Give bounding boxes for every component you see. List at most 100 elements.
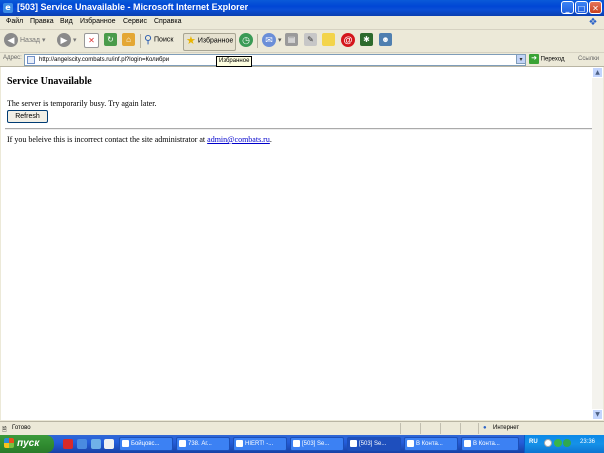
people-button[interactable]: ☻: [379, 33, 392, 49]
tray-icon[interactable]: [563, 439, 571, 447]
taskbar: пуск Бойцовс... 738. Аг... HIERT! -... […: [0, 435, 604, 453]
title-bar[interactable]: e [503] Service Unavailable - Microsoft …: [0, 0, 604, 16]
favorites-label: Избранное: [197, 37, 234, 45]
taskbar-button[interactable]: В Конта...: [404, 437, 458, 451]
app-icon: [179, 439, 186, 447]
star-icon: ★: [186, 35, 196, 47]
note-icon: [322, 33, 335, 46]
scroll-up-button[interactable]: ▲: [592, 67, 603, 78]
taskbar-button[interactable]: 738. Аг...: [176, 437, 230, 451]
status-page-icon: 🗎: [2, 427, 7, 433]
edit-button[interactable]: ✎: [304, 33, 317, 49]
page-icon: [27, 56, 35, 64]
refresh-button[interactable]: Refresh: [7, 110, 48, 123]
favorites-tooltip: Избранное: [216, 56, 253, 67]
taskbar-button[interactable]: HIERT! -...: [233, 437, 287, 451]
tray-icon[interactable]: [544, 439, 552, 447]
app-icon: [407, 439, 414, 447]
task-label: В Конта...: [473, 441, 500, 447]
address-dropdown-button[interactable]: ▾: [516, 54, 526, 64]
task-label: 738. Аг...: [188, 441, 212, 447]
vertical-scrollbar[interactable]: ▲ ▼: [592, 67, 603, 420]
app-icon: [122, 439, 129, 447]
task-label: [503] Se...: [359, 441, 387, 447]
back-label: Назад: [19, 36, 41, 44]
menu-edit[interactable]: Правка: [30, 18, 54, 25]
go-arrow-icon: ➜: [529, 54, 539, 64]
address-bar: Адрес: http://angelscity.combats.ru/inf.…: [0, 53, 604, 67]
go-button[interactable]: ➜ Переход: [529, 54, 565, 64]
menu-tools[interactable]: Сервис: [123, 18, 147, 25]
toolbar-divider: [140, 34, 141, 48]
status-divider: [460, 423, 461, 434]
menu-help[interactable]: Справка: [154, 18, 181, 25]
close-button[interactable]: ✕: [589, 1, 602, 14]
menu-view[interactable]: Вид: [60, 18, 73, 25]
admin-email-link[interactable]: admin@combats.ru: [207, 135, 270, 144]
addon-button[interactable]: ✱: [360, 33, 373, 49]
ie-logo-icon: e: [3, 3, 13, 13]
history-button[interactable]: ◷: [239, 33, 253, 49]
back-button[interactable]: ◀ Назад ▾: [4, 33, 45, 49]
task-label: Бойцовс...: [131, 441, 160, 447]
menu-bar: Файл Правка Вид Избранное Сервис Справка: [0, 16, 604, 30]
maximize-button[interactable]: □: [575, 1, 588, 14]
search-label: Поиск: [154, 36, 174, 44]
forward-button[interactable]: ▶ ▾: [57, 33, 76, 49]
home-icon: ⌂: [122, 33, 135, 46]
taskbar-button[interactable]: [503] Se...: [290, 437, 344, 451]
refresh-icon: ↻: [104, 33, 117, 46]
tray-icon[interactable]: [554, 439, 562, 447]
minimize-button[interactable]: _: [561, 1, 574, 14]
back-arrow-icon: ◀: [4, 33, 18, 47]
refresh-toolbar-button[interactable]: ↻: [104, 33, 117, 49]
address-url: http://angelscity.combats.ru/inf.pl?logi…: [39, 57, 170, 63]
mail-icon: ✉: [262, 33, 276, 47]
print-button[interactable]: ▤: [285, 33, 298, 49]
language-indicator[interactable]: RU: [529, 439, 538, 445]
taskbar-button-active[interactable]: [503] Se...: [347, 437, 401, 451]
taskbar-button[interactable]: Бойцовс...: [119, 437, 173, 451]
contact-message: If you beleive this is incorrect contact…: [7, 135, 206, 144]
search-button[interactable]: ⚲ Поиск: [144, 33, 173, 49]
start-button[interactable]: пуск: [0, 435, 54, 453]
app-icon: [350, 439, 357, 447]
taskbar-button[interactable]: В Конта...: [461, 437, 519, 451]
history-icon: ◷: [239, 33, 253, 47]
status-divider: [400, 423, 401, 434]
ie-quicklaunch-icon[interactable]: [77, 439, 87, 449]
task-label: HIERT! -...: [245, 441, 274, 447]
messenger-button[interactable]: @: [341, 33, 355, 49]
status-divider: [478, 423, 479, 434]
contact-text: If you beleive this is incorrect contact…: [7, 135, 272, 144]
people-icon: ☻: [379, 33, 392, 46]
quicklaunch-icon[interactable]: [63, 439, 73, 449]
forward-dropdown-icon: ▾: [72, 36, 77, 44]
windows-logo-icon: ❖: [588, 17, 598, 28]
address-input[interactable]: http://angelscity.combats.ru/inf.pl?logi…: [24, 54, 526, 66]
menu-favorites[interactable]: Избранное: [80, 18, 115, 25]
status-divider: [440, 423, 441, 434]
printer-icon: ▤: [285, 33, 298, 46]
quicklaunch-icon[interactable]: [91, 439, 101, 449]
app-icon: [293, 439, 300, 447]
at-sign-icon: @: [341, 33, 355, 47]
forward-arrow-icon: ▶: [57, 33, 71, 47]
windows-flag-icon: [4, 438, 14, 449]
window-title: [503] Service Unavailable - Microsoft In…: [17, 2, 249, 12]
contact-period: .: [269, 135, 272, 144]
scroll-down-button[interactable]: ▼: [592, 409, 603, 420]
links-button[interactable]: Ссылки: [578, 56, 599, 62]
discuss-button[interactable]: [322, 33, 335, 49]
address-label: Адрес:: [3, 55, 22, 61]
zone-label: Интернет: [493, 425, 520, 431]
favorites-button[interactable]: ★ Избранное: [183, 33, 237, 51]
page-title: Service Unavailable: [7, 76, 92, 87]
task-label: [503] Se...: [302, 441, 330, 447]
page-content: Service Unavailable The server is tempor…: [1, 67, 602, 420]
stop-button[interactable]: ✕: [84, 33, 99, 49]
menu-file[interactable]: Файл: [6, 18, 23, 25]
mail-button[interactable]: ✉ ▾: [262, 33, 281, 49]
home-button[interactable]: ⌂: [122, 33, 135, 49]
quicklaunch-icon[interactable]: [104, 439, 114, 449]
